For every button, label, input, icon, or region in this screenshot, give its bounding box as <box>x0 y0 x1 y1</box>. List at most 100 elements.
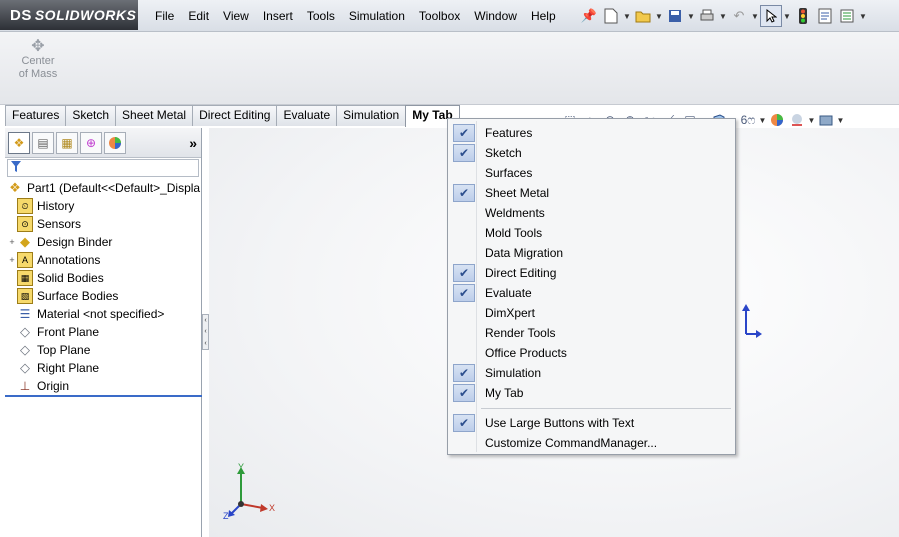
menu-file[interactable]: File <box>148 9 181 23</box>
center-of-mass-label-1: Center <box>21 55 55 67</box>
tab-simulation[interactable]: Simulation <box>336 105 407 126</box>
select-arrow-icon[interactable] <box>760 5 782 27</box>
menu-item-customize-commandmanager[interactable]: Customize CommandManager... <box>450 433 734 453</box>
menu-item-mold-tools[interactable]: Mold Tools <box>450 223 734 243</box>
tab-sketch[interactable]: Sketch <box>65 105 117 126</box>
tree-root-part[interactable]: ❖ Part1 (Default<<Default>_Displa <box>5 179 201 197</box>
tree-item-design-binder[interactable]: + ◆ Design Binder <box>5 233 201 251</box>
menu-item-office-products[interactable]: Office Products <box>450 343 734 363</box>
title-menu-bar: DS SOLIDWORKS File Edit View Insert Tools Sim… <box>0 0 899 32</box>
menu-insert[interactable]: Insert <box>256 9 300 23</box>
menu-item-label: My Tab <box>485 386 524 400</box>
menu-item-sketch[interactable]: ✔ Sketch <box>450 143 734 163</box>
display-manager-tab-icon[interactable] <box>104 131 126 154</box>
menu-help[interactable]: Help <box>524 9 563 23</box>
tree-item-annotations[interactable]: + A Annotations <box>5 251 201 269</box>
open-dropdown-icon[interactable]: ▼ <box>654 5 664 27</box>
tree-item-material-not-specified[interactable]: ☰ Material <not specified> <box>5 305 201 323</box>
save-icon[interactable] <box>664 5 686 27</box>
tree-item-right-plane[interactable]: ◇ Right Plane <box>5 359 201 377</box>
tree-item-origin[interactable]: ⊥ Origin <box>5 377 201 395</box>
tree-item-surface-bodies[interactable]: ▧ Surface Bodies <box>5 287 201 305</box>
expand-icon[interactable]: + <box>7 255 17 265</box>
menu-item-simulation[interactable]: ✔ Simulation <box>450 363 734 383</box>
file-properties-icon[interactable] <box>814 5 836 27</box>
menu-item-data-migration[interactable]: Data Migration <box>450 243 734 263</box>
tree-item-sensors[interactable]: ⊙ Sensors <box>5 215 201 233</box>
part-label: Part1 (Default<<Default>_Displa <box>27 181 201 195</box>
menu-item-label: Render Tools <box>485 326 556 340</box>
panel-collapse-handle[interactable]: ‹ ‹ ‹ <box>202 314 209 350</box>
hide-show-dropdown-icon[interactable]: ▼ <box>758 110 767 130</box>
tree-item-top-plane[interactable]: ◇ Top Plane <box>5 341 201 359</box>
menu-simulation[interactable]: Simulation <box>342 9 412 23</box>
feature-manager-tabs: ❖ ▤ ▦ ⊕ » <box>5 128 201 158</box>
menu-item-surfaces[interactable]: Surfaces <box>450 163 734 183</box>
menu-item-evaluate[interactable]: ✔ Evaluate <box>450 283 734 303</box>
print-dropdown-icon[interactable]: ▼ <box>718 5 728 27</box>
undo-icon[interactable]: ↶ <box>728 5 750 27</box>
select-dropdown-icon[interactable]: ▼ <box>782 5 792 27</box>
print-icon[interactable] <box>696 5 718 27</box>
menu-item-label: Sheet Metal <box>485 186 550 200</box>
save-dropdown-icon[interactable]: ▼ <box>686 5 696 27</box>
tab-sheet-metal[interactable]: Sheet Metal <box>115 105 194 126</box>
menu-window[interactable]: Window <box>467 9 524 23</box>
menu-item-my-tab[interactable]: ✔ My Tab <box>450 383 734 403</box>
pin-icon[interactable]: 📌 <box>578 5 600 27</box>
undo-dropdown-icon[interactable]: ▼ <box>750 5 760 27</box>
menu-item-direct-editing[interactable]: ✔ Direct Editing <box>450 263 734 283</box>
tab-evaluate[interactable]: Evaluate <box>276 105 338 126</box>
options-icon[interactable] <box>836 5 858 27</box>
collapse-arrow-icon: ‹ <box>204 339 207 347</box>
checkmark-icon: ✔ <box>453 124 475 142</box>
rollback-bar[interactable] <box>5 395 202 397</box>
hide-show-items-icon[interactable]: 6ෆ <box>738 110 758 130</box>
command-manager-context-menu: ✔ Features ✔ Sketch Surfaces ✔ Sheet Metal Weld… <box>447 118 736 455</box>
property-manager-tab-icon[interactable]: ▤ <box>32 131 54 154</box>
tab-features[interactable]: Features <box>5 105 67 126</box>
feature-tree-tab-icon[interactable]: ❖ <box>8 131 30 154</box>
new-document-icon[interactable] <box>600 5 622 27</box>
more-tabs-chevron-icon[interactable]: » <box>189 135 197 151</box>
dimxpert-manager-tab-icon[interactable]: ⊕ <box>80 131 102 154</box>
apply-scene-dropdown-icon[interactable]: ▼ <box>807 110 816 130</box>
menu-item-features[interactable]: ✔ Features <box>450 123 734 143</box>
apply-scene-icon[interactable] <box>787 110 807 130</box>
filter-icon <box>11 161 21 175</box>
expand-icon[interactable]: + <box>7 237 17 247</box>
edit-appearance-icon[interactable] <box>767 110 787 130</box>
command-manager-ribbon: ✥ Center of Mass <box>0 32 899 105</box>
view-settings-icon[interactable] <box>816 110 836 130</box>
feature-tree-filter[interactable] <box>7 159 199 177</box>
ds-logo-mark: DS <box>10 6 32 24</box>
tab-direct-editing[interactable]: Direct Editing <box>192 105 278 126</box>
solid-bodies-icon: ▦ <box>17 270 33 286</box>
menu-toolbox[interactable]: Toolbox <box>412 9 467 23</box>
menu-view[interactable]: View <box>216 9 256 23</box>
menu-tools[interactable]: Tools <box>300 9 342 23</box>
center-of-mass-button[interactable]: ✥ Center of Mass <box>12 39 64 81</box>
open-folder-icon[interactable] <box>632 5 654 27</box>
menu-item-sheet-metal[interactable]: ✔ Sheet Metal <box>450 183 734 203</box>
plane-icon: ◇ <box>20 324 30 339</box>
tree-item-label: Sensors <box>37 217 82 231</box>
solidworks-logo[interactable]: DS SOLIDWORKS <box>0 0 138 30</box>
tree-item-history[interactable]: ⏲ History <box>5 197 201 215</box>
menu-item-weldments[interactable]: Weldments <box>450 203 734 223</box>
traffic-light-icon[interactable] <box>792 5 814 27</box>
menu-item-label: Direct Editing <box>485 266 557 280</box>
menu-edit[interactable]: Edit <box>181 9 216 23</box>
tree-item-solid-bodies[interactable]: ▦ Solid Bodies <box>5 269 201 287</box>
view-settings-dropdown-icon[interactable]: ▼ <box>836 110 845 130</box>
menu-item-label: Features <box>485 126 533 140</box>
configuration-manager-tab-icon[interactable]: ▦ <box>56 131 78 154</box>
solidworks-window: DS SOLIDWORKS File Edit View Insert Tools Sim… <box>0 0 899 537</box>
new-dropdown-icon[interactable]: ▼ <box>622 5 632 27</box>
menu-item-render-tools[interactable]: Render Tools <box>450 323 734 343</box>
options-dropdown-icon[interactable]: ▼ <box>858 5 868 27</box>
center-of-mass-label-2: of Mass <box>18 68 58 80</box>
tree-item-front-plane[interactable]: ◇ Front Plane <box>5 323 201 341</box>
menu-item-dimxpert[interactable]: DimXpert <box>450 303 734 323</box>
menu-item-use-large-buttons-with-text[interactable]: ✔ Use Large Buttons with Text <box>450 413 734 433</box>
